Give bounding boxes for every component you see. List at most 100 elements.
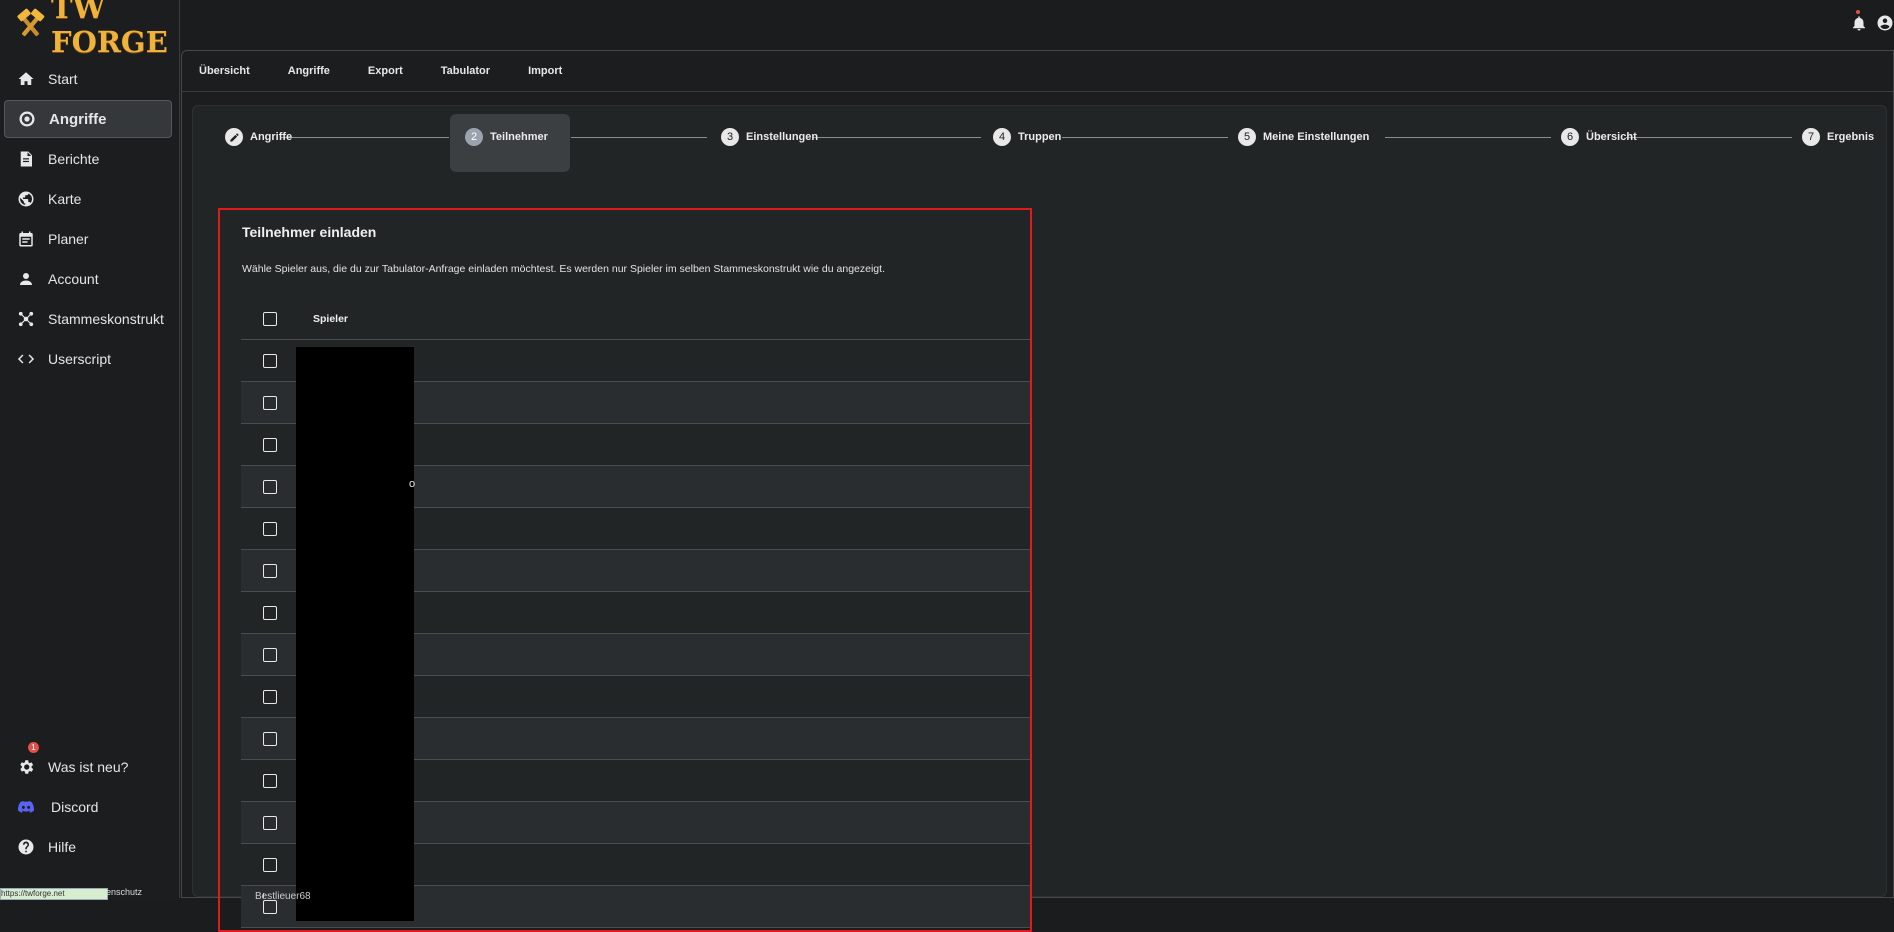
row-checkbox[interactable] (263, 563, 277, 578)
hammer-logo-icon (17, 8, 45, 37)
sidebar-item-label: Karte (48, 191, 82, 207)
sidebar: TW FORGE Start Angriffe Berichte Karte P… (0, 0, 181, 900)
tab-export[interactable]: Export (368, 65, 403, 77)
calendar-icon (16, 229, 36, 249)
row-checkbox[interactable] (263, 437, 277, 452)
gear-icon (16, 757, 36, 777)
step-angriffe[interactable]: Angriffe (225, 128, 292, 146)
sidebar-item-label: Start (48, 71, 78, 87)
step-number: 6 (1561, 128, 1579, 146)
home-icon (16, 69, 36, 89)
person-icon (16, 269, 36, 289)
sidebar-item-berichte[interactable]: Berichte (4, 140, 172, 178)
step-number: 7 (1802, 128, 1820, 146)
row-checkbox[interactable] (263, 521, 277, 536)
step-number: 5 (1238, 128, 1256, 146)
redacted-player-names (296, 347, 414, 921)
step-einstellungen[interactable]: 3 Einstellungen (721, 128, 818, 146)
pencil-icon (225, 128, 243, 146)
row-checkbox[interactable] (263, 689, 277, 704)
stepper: Angriffe 2 Teilnehmer 3 Einstellungen 4 … (209, 114, 1876, 172)
sidebar-item-label: Discord (51, 799, 99, 815)
row-checkbox[interactable] (263, 857, 277, 872)
section-title: Teilnehmer einladen (242, 224, 377, 240)
notification-dot (1856, 10, 1860, 14)
sidebar-item-label: Berichte (48, 151, 100, 167)
step-connector (1385, 137, 1551, 138)
tab-tabulator[interactable]: Tabulator (441, 65, 490, 77)
sidebar-item-karte[interactable]: Karte (4, 180, 172, 218)
step-connector (1626, 137, 1792, 138)
select-all-checkbox[interactable] (263, 311, 277, 326)
document-icon (16, 149, 36, 169)
account-circle-icon (1877, 15, 1893, 31)
top-toolbar (1842, 10, 1894, 37)
step-label: Angriffe (250, 131, 293, 143)
sidebar-item-userscript[interactable]: Userscript (4, 340, 172, 378)
column-header-spieler: Spieler (313, 312, 349, 325)
sidebar-bottom: 1 Was ist neu? Discord Hilfe (4, 742, 172, 868)
step-connector (571, 137, 707, 138)
sidebar-nav: Start Angriffe Berichte Karte Planer Acc… (4, 60, 172, 380)
invite-participants-section: Teilnehmer einladen Wähle Spieler aus, d… (218, 208, 1032, 932)
sidebar-item-angriffe[interactable]: Angriffe (4, 100, 172, 138)
step-connector (813, 137, 981, 138)
row-checkbox[interactable] (263, 647, 277, 662)
app-logo[interactable]: TW FORGE (14, 0, 181, 59)
sidebar-item-hilfe[interactable]: Hilfe (4, 828, 172, 866)
globe-icon (16, 189, 36, 209)
sidebar-item-label: Stammeskonstrukt (48, 311, 164, 327)
sidebar-item-label: Was ist neu? (48, 759, 129, 775)
sidebar-item-stammeskonstrukt[interactable]: Stammeskonstrukt (4, 300, 172, 338)
network-icon (16, 309, 36, 329)
tab-uebersicht[interactable]: Übersicht (199, 65, 250, 77)
status-extra-text: enschutz (106, 887, 143, 897)
step-connector (281, 137, 449, 138)
step-number: 3 (721, 128, 739, 146)
sidebar-item-whats-new[interactable]: 1 Was ist neu? (4, 742, 172, 786)
step-uebersicht[interactable]: 6 Übersicht (1561, 128, 1637, 146)
step-ergebnis[interactable]: 7 Ergebnis (1802, 128, 1874, 146)
step-number: 4 (993, 128, 1011, 146)
section-description: Wähle Spieler aus, die du zur Tabulator-… (242, 263, 885, 275)
notifications-button[interactable] (1842, 10, 1868, 37)
wizard-panel: Angriffe 2 Teilnehmer 3 Einstellungen 4 … (192, 105, 1887, 932)
table-header: Spieler (241, 298, 1030, 340)
app-name: TW FORGE (50, 0, 168, 59)
bell-icon (1853, 16, 1865, 31)
row-checkbox[interactable] (263, 815, 277, 830)
status-url: https://twforge.net (0, 888, 108, 900)
player-name-fragment: o (409, 478, 416, 490)
code-icon (16, 349, 36, 369)
step-label: Einstellungen (746, 131, 819, 143)
sidebar-item-label: Planer (48, 231, 89, 247)
row-checkbox[interactable] (263, 395, 277, 410)
tab-angriffe[interactable]: Angriffe (288, 65, 330, 77)
discord-icon (16, 797, 36, 817)
sidebar-item-planer[interactable]: Planer (4, 220, 172, 258)
step-label: Ergebnis (1827, 131, 1875, 143)
step-truppen[interactable]: 4 Truppen (993, 128, 1061, 146)
row-checkbox[interactable] (263, 773, 277, 788)
step-teilnehmer[interactable]: 2 Teilnehmer (465, 128, 548, 146)
tab-import[interactable]: Import (528, 65, 562, 77)
step-connector (1062, 137, 1228, 138)
row-checkbox[interactable] (263, 731, 277, 746)
sidebar-item-account[interactable]: Account (4, 260, 172, 298)
account-menu-button[interactable] (1868, 14, 1894, 37)
notification-badge: 1 (28, 742, 39, 753)
row-checkbox[interactable] (263, 353, 277, 368)
sidebar-item-discord[interactable]: Discord (4, 788, 172, 826)
step-meine-einstellungen[interactable]: 5 Meine Einstellungen (1238, 128, 1369, 146)
step-label: Übersicht (1586, 131, 1637, 143)
sidebar-item-label: Hilfe (48, 839, 77, 855)
tab-bar: Übersicht Angriffe Export Tabulator Impo… (182, 51, 1893, 92)
main-content: Übersicht Angriffe Export Tabulator Impo… (181, 50, 1894, 932)
sidebar-item-label: Angriffe (49, 110, 107, 128)
help-icon (16, 837, 36, 857)
row-checkbox[interactable] (263, 479, 277, 494)
step-number: 2 (465, 128, 483, 146)
sidebar-item-start[interactable]: Start (4, 60, 172, 98)
row-checkbox[interactable] (263, 605, 277, 620)
sidebar-item-label: Account (48, 271, 99, 287)
